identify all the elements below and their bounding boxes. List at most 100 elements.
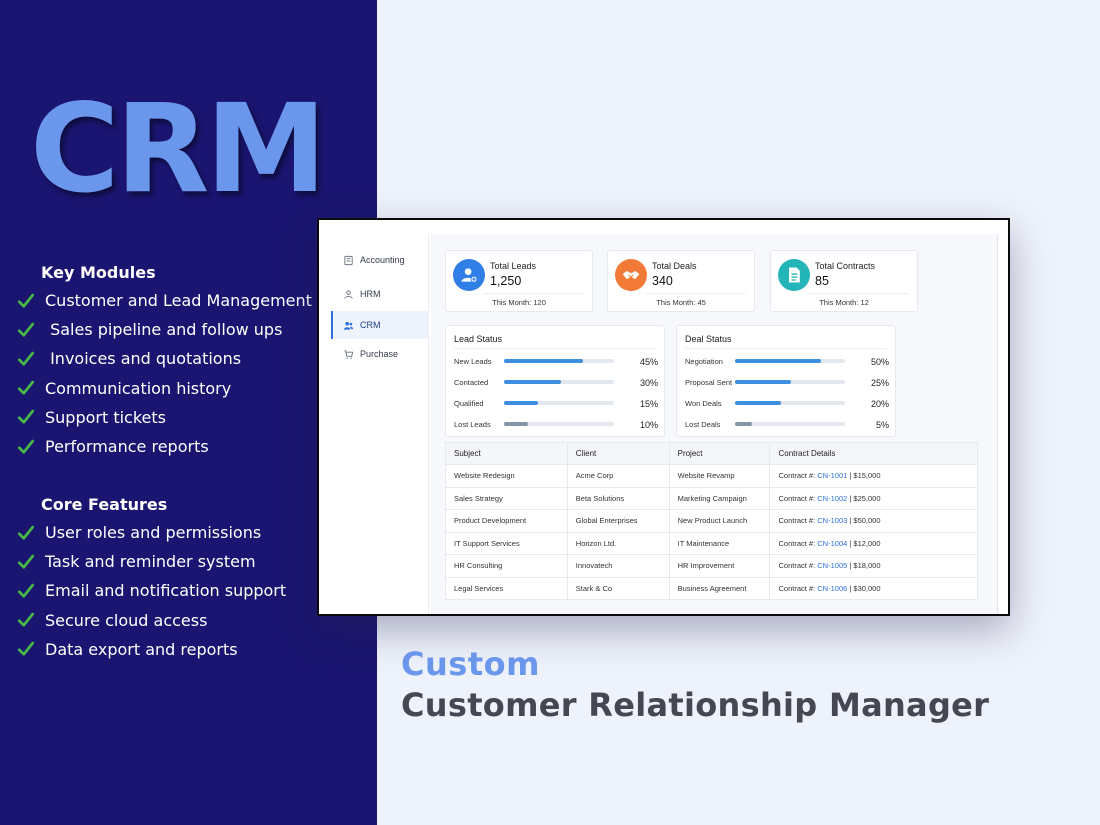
contract-number-link[interactable]: CN-1001: [817, 471, 847, 480]
table-row: HR Consulting Innovatech HR Improvement Con…: [445, 554, 978, 578]
stat-label: Total Contracts: [815, 261, 876, 271]
check-icon: [17, 583, 35, 598]
contract-prefix: Contract #:: [778, 583, 816, 593]
progress-track: [504, 380, 614, 384]
table-cell-project: HR Improvement: [669, 554, 771, 578]
feature-label: Performance reports: [45, 437, 209, 457]
status-row: New Leads 45%: [454, 356, 658, 368]
table-row: Website Redesign Acme Corp Website Revamp C…: [445, 464, 978, 488]
check-icon: [17, 322, 35, 337]
feature-label: Sales pipeline and follow ups: [45, 320, 283, 340]
contract-number-link[interactable]: CN-1003: [817, 516, 847, 525]
contract-number-link[interactable]: CN-1005: [817, 561, 847, 570]
table-cell-contract: Contract #: CN-1005 | $18,000: [769, 554, 978, 578]
crm-logo: CRM: [30, 78, 327, 220]
check-icon: [17, 554, 35, 569]
progress-track: [735, 359, 845, 363]
contract-prefix: Contract #:: [778, 516, 816, 526]
contract-number-link[interactable]: CN-1002: [817, 494, 847, 503]
feature-item: Performance reports: [16, 432, 312, 461]
stat-label: Total Deals: [652, 261, 697, 271]
check-icon: [17, 612, 35, 627]
contract-amount: | $18,000: [849, 561, 881, 571]
table-row: IT Support Services Horizon Ltd. IT Mainte…: [445, 532, 978, 555]
stat-value: 340: [652, 274, 673, 288]
document-icon: [789, 267, 800, 283]
contract-prefix: Contract #:: [778, 538, 816, 548]
sidebar-item-hrm[interactable]: HRM: [331, 280, 428, 308]
table-row: Product Development Global Enterprises New…: [445, 509, 978, 533]
sidebar-item-label: Purchase: [360, 349, 399, 359]
sidebar-item-accounting[interactable]: Accounting: [331, 246, 428, 274]
feature-item: Customer and Lead Management: [16, 286, 312, 315]
status-percent: 15%: [639, 399, 658, 409]
divider: [685, 348, 887, 349]
table-header-cell: Client: [567, 442, 670, 465]
status-percent: 5%: [875, 420, 889, 430]
stat-icon-badge: [778, 259, 810, 291]
contract-number-link[interactable]: CN-1004: [817, 539, 847, 548]
feature-item: Sales pipeline and follow ups: [16, 315, 312, 344]
deal-status-title: Deal Status: [685, 334, 732, 344]
contract-amount: | $25,000: [849, 493, 881, 503]
contracts-table: Subject Client Project Contract Details Web…: [445, 442, 978, 600]
table-cell-project: Business Agreement: [669, 577, 771, 600]
divider: [454, 348, 656, 349]
check-icon: [17, 293, 35, 308]
contract-amount: | $30,000: [849, 583, 881, 593]
stat-icon-badge: [615, 259, 647, 291]
divider: [809, 293, 909, 294]
feature-label: Invoices and quotations: [45, 349, 242, 369]
progress-track: [735, 422, 845, 426]
user-icon: [344, 289, 353, 299]
progress-track: [735, 380, 845, 384]
feature-item: Secure cloud access: [16, 606, 286, 635]
progress-fill: [735, 359, 821, 363]
feature-label: Secure cloud access: [45, 610, 208, 630]
check-icon: [17, 409, 35, 424]
table-cell-client: Beta Solutions: [567, 487, 670, 510]
feature-label: User roles and permissions: [45, 523, 262, 543]
feature-item: Support tickets: [16, 403, 312, 432]
sidebar-item-crm[interactable]: CRM: [331, 311, 428, 339]
feature-item: Task and reminder system: [16, 547, 286, 576]
status-label: Lost Deals: [685, 420, 721, 429]
table-header-cell: Project: [669, 442, 771, 465]
progress-fill: [504, 359, 584, 363]
core-features-heading: Core Features: [41, 495, 168, 514]
handshake-icon: [622, 270, 640, 280]
feature-item: Data export and reports: [16, 635, 286, 664]
status-row: Lost Leads 10%: [454, 419, 658, 431]
progress-track: [504, 359, 614, 363]
status-label: Qualified: [454, 399, 484, 408]
divider: [484, 293, 584, 294]
feature-item: Email and notification support: [16, 576, 286, 605]
table-cell-subject: Website Redesign: [445, 464, 568, 488]
sidebar-item-label: Accounting: [360, 255, 405, 265]
table-cell-contract: Contract #: CN-1002 | $25,000: [769, 487, 978, 510]
contract-prefix: Contract #:: [778, 561, 816, 571]
stat-label: Total Leads: [490, 261, 537, 271]
contract-prefix: Contract #:: [778, 471, 816, 481]
deal-status-card: Deal Status Negotiation 50% Proposal Sent 2…: [676, 325, 896, 437]
sidebar-item-purchase[interactable]: Purchase: [331, 340, 428, 368]
cart-icon: [344, 349, 354, 359]
custom-title: Custom: [401, 645, 540, 683]
progress-track: [735, 401, 845, 405]
contract-number-link[interactable]: CN-1006: [817, 584, 847, 593]
table-row: Sales Strategy Beta Solutions Marketing Ca…: [445, 487, 978, 510]
sidebar-item-label: HRM: [360, 289, 381, 299]
status-percent: 10%: [639, 420, 658, 430]
feature-item: Communication history: [16, 374, 312, 403]
stat-value: 1,250: [490, 274, 522, 288]
contract-prefix: Contract #:: [778, 493, 816, 503]
table-cell-client: Horizon Ltd.: [567, 532, 670, 555]
status-row: Negotiation 50%: [685, 356, 889, 368]
key-modules-list: Customer and Lead Management Sales pipel…: [16, 286, 312, 461]
check-icon: [17, 641, 35, 656]
table-cell-contract: Contract #: CN-1003 | $50,000: [769, 509, 978, 533]
feature-item: Invoices and quotations: [16, 344, 312, 373]
users-icon: [343, 321, 354, 330]
table-cell-subject: IT Support Services: [445, 532, 568, 555]
progress-fill: [735, 422, 752, 426]
